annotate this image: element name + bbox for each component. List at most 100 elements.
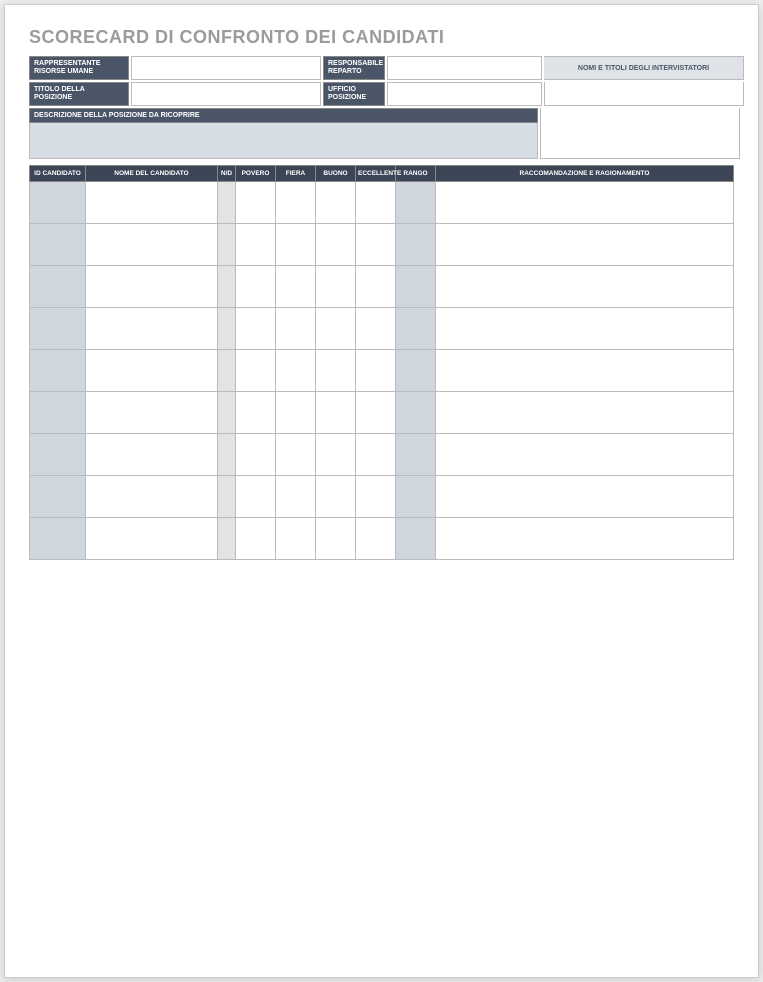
dept-mgr-value[interactable] <box>387 56 542 80</box>
cell-rank[interactable] <box>396 308 436 350</box>
cell-poor[interactable] <box>236 182 276 224</box>
cell-excellent[interactable] <box>356 308 396 350</box>
cell-id[interactable] <box>30 518 86 560</box>
cell-recc[interactable] <box>436 434 734 476</box>
cell-poor[interactable] <box>236 434 276 476</box>
th-name: NOME DEL CANDIDATO <box>86 166 218 182</box>
desc-label: DESCRIZIONE DELLA POSIZIONE DA RICOPRIRE <box>29 108 538 123</box>
cell-fair[interactable] <box>276 518 316 560</box>
cell-id[interactable] <box>30 266 86 308</box>
cell-good[interactable] <box>316 182 356 224</box>
cell-rank[interactable] <box>396 350 436 392</box>
cell-rank[interactable] <box>396 182 436 224</box>
cell-name[interactable] <box>86 182 218 224</box>
cell-nd[interactable] <box>218 308 236 350</box>
cell-id[interactable] <box>30 392 86 434</box>
cell-recc[interactable] <box>436 266 734 308</box>
cell-rank[interactable] <box>396 392 436 434</box>
cell-good[interactable] <box>316 350 356 392</box>
cell-excellent[interactable] <box>356 392 396 434</box>
interviewer-value-bottom[interactable] <box>540 108 740 159</box>
cell-nd[interactable] <box>218 224 236 266</box>
cell-name[interactable] <box>86 308 218 350</box>
cell-poor[interactable] <box>236 266 276 308</box>
cell-good[interactable] <box>316 392 356 434</box>
cell-nd[interactable] <box>218 266 236 308</box>
cell-name[interactable] <box>86 434 218 476</box>
cell-id[interactable] <box>30 476 86 518</box>
cell-nd[interactable] <box>218 392 236 434</box>
cell-name[interactable] <box>86 392 218 434</box>
cell-rank[interactable] <box>396 476 436 518</box>
cell-rank[interactable] <box>396 518 436 560</box>
cell-rank[interactable] <box>396 266 436 308</box>
cell-id[interactable] <box>30 308 86 350</box>
cell-fair[interactable] <box>276 224 316 266</box>
cell-excellent[interactable] <box>356 518 396 560</box>
cell-fair[interactable] <box>276 308 316 350</box>
cell-poor[interactable] <box>236 308 276 350</box>
cell-fair[interactable] <box>276 392 316 434</box>
position-office-value[interactable] <box>387 82 542 106</box>
cell-good[interactable] <box>316 308 356 350</box>
cell-name[interactable] <box>86 518 218 560</box>
cell-fair[interactable] <box>276 266 316 308</box>
cell-poor[interactable] <box>236 224 276 266</box>
cell-good[interactable] <box>316 224 356 266</box>
position-title-value[interactable] <box>131 82 321 106</box>
interviewer-value-top[interactable] <box>544 82 744 106</box>
cell-rank[interactable] <box>396 434 436 476</box>
table-row <box>30 182 734 224</box>
cell-recc[interactable] <box>436 182 734 224</box>
cell-excellent[interactable] <box>356 350 396 392</box>
candidate-table: ID CANDIDATO NOME DEL CANDIDATO N/D POVE… <box>29 165 734 560</box>
cell-nd[interactable] <box>218 350 236 392</box>
table-row <box>30 224 734 266</box>
cell-excellent[interactable] <box>356 266 396 308</box>
cell-id[interactable] <box>30 224 86 266</box>
hr-rep-label: RAPPRESENTANTE RISORSE UMANE <box>29 56 129 80</box>
cell-fair[interactable] <box>276 434 316 476</box>
cell-excellent[interactable] <box>356 476 396 518</box>
cell-poor[interactable] <box>236 392 276 434</box>
table-row <box>30 476 734 518</box>
cell-good[interactable] <box>316 476 356 518</box>
desc-value[interactable] <box>29 123 538 159</box>
cell-nd[interactable] <box>218 518 236 560</box>
cell-name[interactable] <box>86 476 218 518</box>
cell-good[interactable] <box>316 434 356 476</box>
dept-mgr-label: RESPONSABILE REPARTO <box>323 56 385 80</box>
cell-good[interactable] <box>316 518 356 560</box>
table-row <box>30 266 734 308</box>
cell-fair[interactable] <box>276 476 316 518</box>
cell-poor[interactable] <box>236 476 276 518</box>
cell-id[interactable] <box>30 350 86 392</box>
cell-poor[interactable] <box>236 350 276 392</box>
cell-fair[interactable] <box>276 350 316 392</box>
info-row-2: TITOLO DELLA POSIZIONE UFFICIO POSIZIONE <box>29 82 734 106</box>
cell-recc[interactable] <box>436 224 734 266</box>
cell-excellent[interactable] <box>356 182 396 224</box>
cell-recc[interactable] <box>436 308 734 350</box>
hr-rep-value[interactable] <box>131 56 321 80</box>
cell-recc[interactable] <box>436 350 734 392</box>
cell-poor[interactable] <box>236 518 276 560</box>
cell-recc[interactable] <box>436 518 734 560</box>
cell-recc[interactable] <box>436 392 734 434</box>
cell-id[interactable] <box>30 434 86 476</box>
cell-id[interactable] <box>30 182 86 224</box>
cell-nd[interactable] <box>218 434 236 476</box>
cell-excellent[interactable] <box>356 434 396 476</box>
cell-name[interactable] <box>86 224 218 266</box>
cell-excellent[interactable] <box>356 224 396 266</box>
cell-rank[interactable] <box>396 224 436 266</box>
position-office-label: UFFICIO POSIZIONE <box>323 82 385 106</box>
position-title-label: TITOLO DELLA POSIZIONE <box>29 82 129 106</box>
cell-recc[interactable] <box>436 476 734 518</box>
cell-name[interactable] <box>86 350 218 392</box>
cell-nd[interactable] <box>218 476 236 518</box>
cell-fair[interactable] <box>276 182 316 224</box>
cell-nd[interactable] <box>218 182 236 224</box>
cell-good[interactable] <box>316 266 356 308</box>
cell-name[interactable] <box>86 266 218 308</box>
